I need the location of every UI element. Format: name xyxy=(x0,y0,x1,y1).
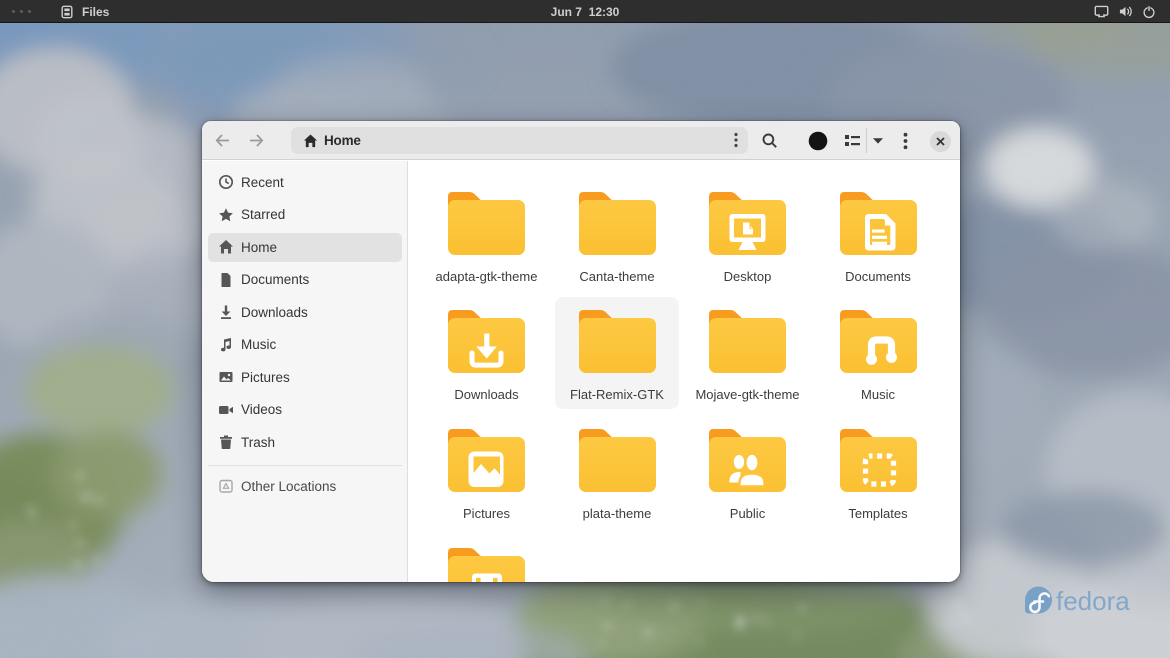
svg-text:fedora: fedora xyxy=(1056,586,1130,616)
